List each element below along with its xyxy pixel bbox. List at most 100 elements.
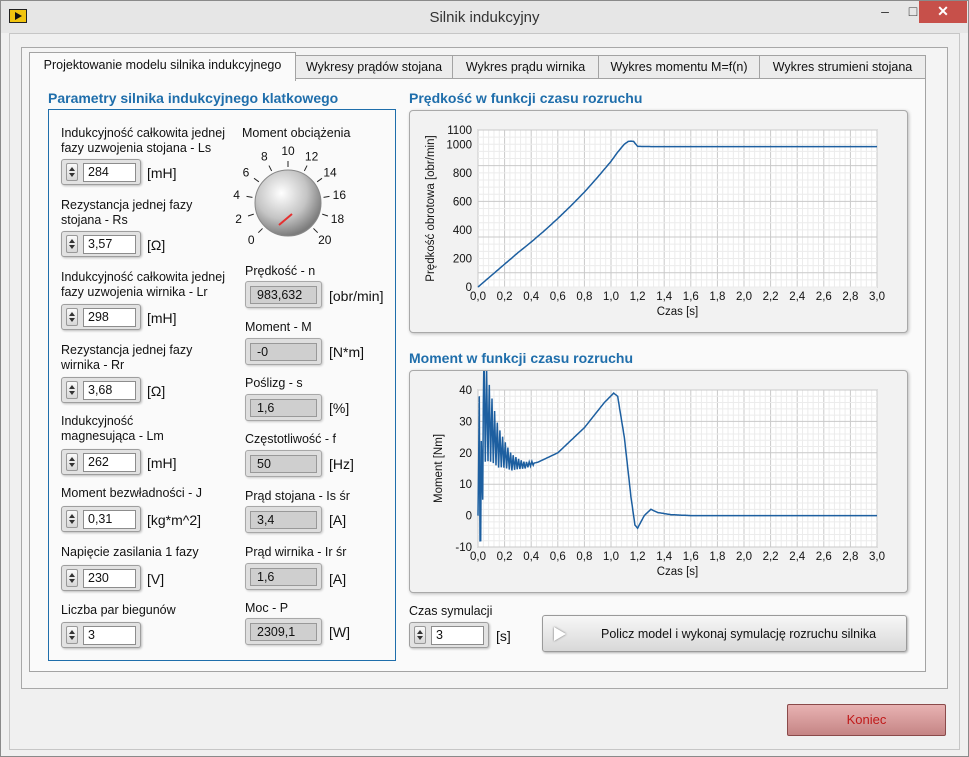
y-tick-label: 0 (466, 282, 472, 294)
spinner-icon[interactable] (66, 235, 78, 253)
sim-time-unit: [s] (496, 628, 511, 644)
param-rr-control[interactable]: 3,68 (61, 377, 141, 403)
param-ls-input[interactable]: 284 (83, 163, 136, 182)
param-lm-input[interactable]: 262 (83, 453, 136, 472)
x-tick-label: 1,4 (656, 291, 673, 303)
sim-time-control[interactable]: 3 (409, 622, 489, 648)
param-label-u: Napięcie zasilania 1 fazy (61, 545, 199, 559)
tab-stator-currents[interactable]: Wykresy prądów stojana (295, 55, 453, 79)
param-rs-input[interactable]: 3,57 (83, 235, 136, 254)
load-torque-label: Moment obciążenia (242, 126, 351, 140)
x-tick-label: 1,2 (630, 551, 646, 563)
ind-torque-value: -0 (250, 343, 317, 361)
knob-dial[interactable] (254, 169, 322, 237)
tab-torque-speed[interactable]: Wykres momentu M=f(n) (598, 55, 760, 79)
param-lm-control[interactable]: 262 (61, 449, 141, 475)
param-p-control[interactable]: 3 (61, 622, 141, 648)
spinner-icon[interactable] (66, 510, 78, 528)
param-rr-unit: [Ω] (147, 383, 166, 399)
knob-tick-label: 18 (331, 212, 345, 226)
y-axis-label: Moment [Nm] (433, 434, 445, 503)
param-rr-input[interactable]: 3,68 (83, 381, 136, 400)
speed-chart-plot: 0,0 0,2 0,4 0,6 0,8 1,0 1,2 1,4 1,6 1,8 2,0 2,2 2,4 2… (425, 125, 885, 318)
tab-stator-flux[interactable]: Wykres strumieni stojana (759, 55, 926, 79)
x-tick-label: 2,0 (736, 291, 752, 303)
x-tick-label: 0,0 (470, 551, 486, 563)
spinner-icon[interactable] (66, 163, 78, 181)
x-tick-label: 1,4 (656, 551, 673, 563)
spinner-icon[interactable] (66, 308, 78, 326)
ind-ir-unit: [A] (329, 571, 347, 587)
end-button[interactable]: Koniec (787, 704, 946, 736)
x-tick-label: 2,2 (763, 291, 779, 303)
param-j-unit: [kg*m^2] (147, 512, 202, 528)
params-title: Parametry silnika indukcyjnego klatkoweg… (48, 90, 339, 106)
x-axis-label: Czas [s] (657, 566, 699, 578)
y-tick-label: 10 (459, 479, 472, 491)
spinner-icon[interactable] (414, 626, 426, 644)
param-j-control[interactable]: 0,31 (61, 506, 141, 532)
ind-label-is: Prąd stojana - Is śr (245, 489, 350, 503)
ind-ir: 1,6 (245, 563, 322, 590)
param-u-control[interactable]: 230 (61, 565, 141, 591)
x-tick-label: 2,4 (789, 551, 806, 563)
ind-speed-value: 983,632 (250, 286, 317, 304)
knob-tick-label: 2 (235, 212, 242, 226)
param-label-ls: Indukcyjność całkowita jednej fazy uzwoj… (61, 126, 225, 155)
y-tick-label: 1000 (446, 139, 472, 151)
ind-label-torque: Moment - M (245, 320, 312, 334)
spinner-icon[interactable] (66, 381, 78, 399)
param-lr-control[interactable]: 298 (61, 304, 141, 330)
knob-tick-label: 14 (323, 165, 337, 179)
y-tick-label: 200 (453, 253, 472, 265)
minimize-button[interactable]: – (871, 1, 899, 23)
param-label-lr: Indukcyjność całkowita jednej fazy uzwoj… (61, 270, 225, 299)
x-tick-label: 3,0 (869, 551, 885, 563)
sim-time-input[interactable]: 3 (431, 626, 484, 645)
knob-tick (257, 228, 263, 234)
x-tick-label: 1,2 (630, 291, 646, 303)
knob-tick (313, 228, 319, 234)
close-button[interactable]: ✕ (919, 1, 967, 23)
param-lr-unit: [mH] (147, 310, 177, 326)
ind-ir-value: 1,6 (250, 568, 317, 586)
x-tick-label: 0,4 (523, 291, 540, 303)
ind-power: 2309,1 (245, 618, 322, 645)
app-window: Silnik indukcyjny – □ ✕ Projektowanie mo… (0, 0, 969, 757)
param-ls-control[interactable]: 284 (61, 159, 141, 185)
param-p-input[interactable]: 3 (83, 626, 136, 645)
param-rs-control[interactable]: 3,57 (61, 231, 141, 257)
tab-model-design[interactable]: Projektowanie modelu silnika indukcyjneg… (29, 52, 296, 81)
x-tick-label: 0,4 (523, 551, 540, 563)
run-simulation-button[interactable]: Policz model i wykonaj symulację rozruch… (542, 615, 907, 652)
sim-time-label: Czas symulacji (409, 604, 493, 618)
param-label-rs: Rezystancja jednej fazy stojana - Rs (61, 198, 193, 227)
x-tick-label: 0,2 (497, 551, 513, 563)
y-tick-label: 20 (459, 448, 472, 460)
param-lr-input[interactable]: 298 (83, 308, 136, 327)
torque-chart: 0,0 0,2 0,4 0,6 0,8 1,0 1,2 1,4 1,6 1,8 2,0 2,2 2,4 2… (409, 370, 908, 593)
spinner-icon[interactable] (66, 569, 78, 587)
y-tick-label: 30 (459, 416, 472, 428)
y-tick-label: 600 (453, 196, 472, 208)
y-tick-label: 400 (453, 225, 472, 237)
spinner-icon[interactable] (66, 453, 78, 471)
ind-label-slip: Poślizg - s (245, 376, 303, 390)
param-u-input[interactable]: 230 (83, 569, 136, 588)
ind-is-value: 3,4 (250, 511, 317, 529)
x-tick-label: 0,8 (576, 551, 592, 563)
param-j-input[interactable]: 0,31 (83, 510, 136, 529)
x-tick-label: 1,0 (603, 291, 619, 303)
spinner-icon[interactable] (66, 626, 78, 644)
y-tick-label: 40 (459, 385, 472, 397)
tab-rotor-current[interactable]: Wykres prądu wirnika (452, 55, 599, 79)
ind-speed-unit: [obr/min] (329, 288, 384, 304)
ind-freq-unit: [Hz] (329, 456, 354, 472)
ind-freq: 50 (245, 450, 322, 477)
param-label-lm: Indukcyjność magnesująca - Lm (61, 414, 164, 443)
y-tick-label: 800 (453, 168, 472, 180)
knob-tick (303, 165, 308, 172)
load-torque-knob[interactable]: 0 2 4 6 8 10 12 14 16 18 20 (231, 141, 361, 256)
y-tick-label: 0 (466, 511, 472, 523)
knob-tick-label: 12 (305, 150, 319, 164)
